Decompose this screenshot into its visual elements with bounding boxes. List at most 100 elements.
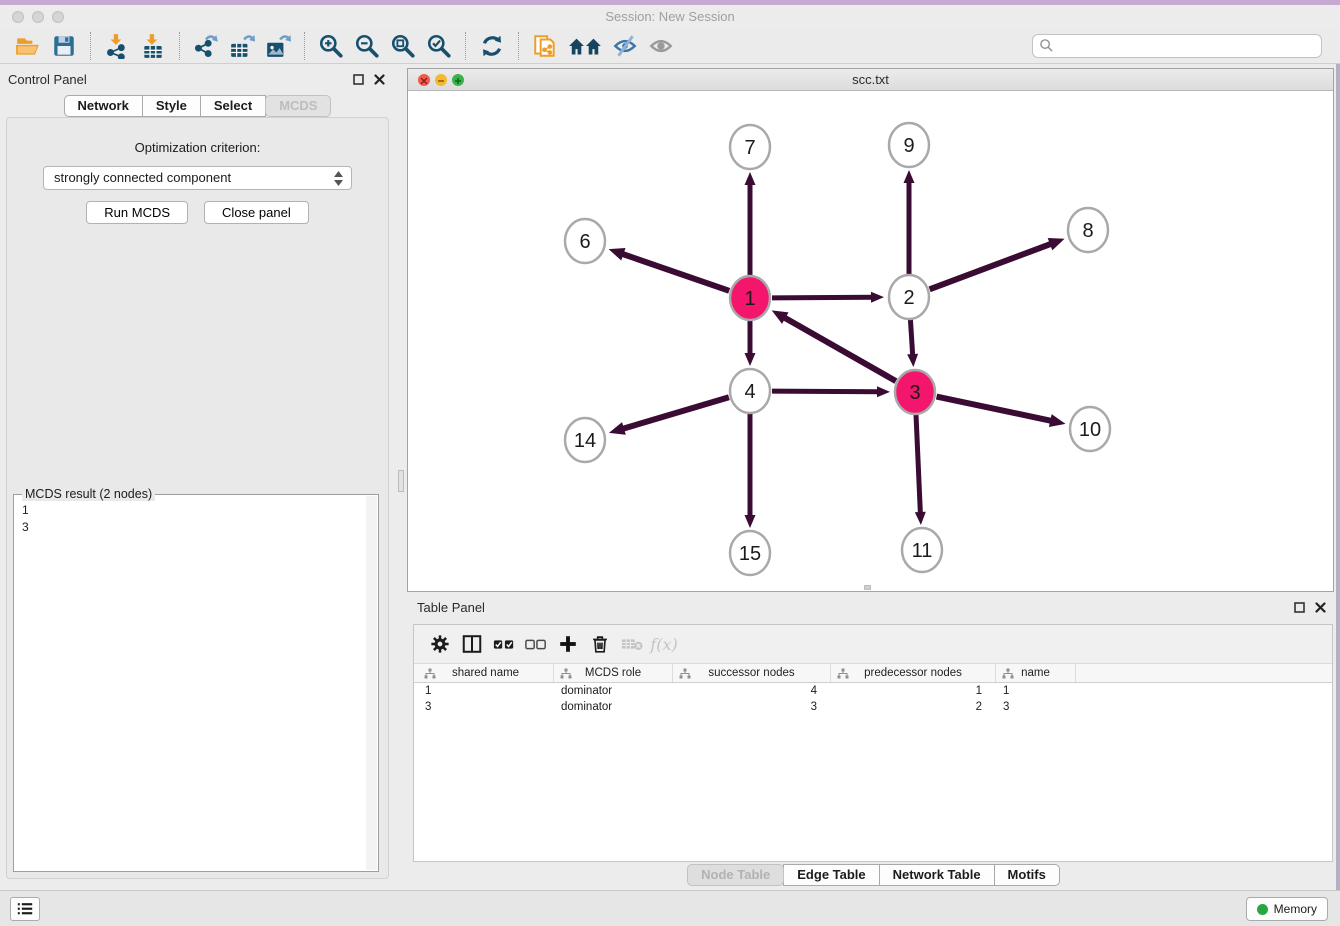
save-session-icon[interactable] — [49, 32, 79, 60]
zoom-out-icon[interactable] — [352, 32, 382, 60]
graph-node-label: 3 — [909, 382, 920, 404]
function-builder-icon: f(x) — [650, 631, 678, 657]
show-columns-icon[interactable] — [458, 631, 486, 657]
close-panel-button[interactable]: Close panel — [204, 201, 309, 224]
table-cell-name[interactable]: 1 — [996, 685, 1076, 697]
show-all-icon[interactable] — [646, 32, 676, 60]
graph-edge-3-1[interactable] — [784, 317, 896, 381]
tab-mcds[interactable]: MCDS — [265, 95, 331, 117]
graph-node-label: 1 — [744, 288, 755, 310]
zoom-selected-icon[interactable] — [424, 32, 454, 60]
column-header-name[interactable]: name — [996, 664, 1076, 682]
graph-node-label: 10 — [1079, 419, 1101, 441]
tab-edge-table[interactable]: Edge Table — [783, 864, 879, 886]
tab-node-table[interactable]: Node Table — [687, 864, 784, 886]
graph-edge-arrowhead — [609, 248, 626, 260]
float-panel-icon[interactable] — [353, 74, 364, 85]
criterion-dropdown[interactable]: strongly connected component — [43, 166, 352, 190]
table-body: 1dominator4113dominator323 — [414, 683, 1332, 715]
graph-edge-3-11[interactable] — [916, 414, 920, 514]
tab-network[interactable]: Network — [64, 95, 143, 117]
table-tabs: Node TableEdge TableNetwork TableMotifs — [407, 864, 1340, 886]
result-scrollbar[interactable] — [366, 496, 377, 870]
table-header-row: shared name MCDS role successor nodes prede… — [414, 663, 1332, 683]
table-cell-shared-name[interactable]: 3 — [418, 701, 554, 713]
hide-selected-icon[interactable] — [610, 32, 640, 60]
table-cell-mcds-role[interactable]: dominator — [554, 701, 673, 713]
duplicate-network-icon[interactable] — [530, 32, 560, 60]
table-cell-successor-nodes[interactable]: 4 — [673, 685, 831, 697]
toolbar-separator — [518, 32, 519, 60]
hierarchy-icon — [837, 668, 849, 680]
float-table-panel-icon[interactable] — [1294, 602, 1305, 613]
table-cell-name[interactable]: 3 — [996, 701, 1076, 713]
control-panel-tabs: NetworkStyleSelectMCDS — [0, 95, 395, 117]
graph-edge-1-6[interactable] — [621, 254, 729, 291]
tab-motifs[interactable]: Motifs — [994, 864, 1060, 886]
deselect-all-icon[interactable] — [522, 631, 550, 657]
column-header-label: shared name — [452, 667, 519, 679]
graph-edge-4-3[interactable] — [772, 391, 879, 392]
column-header-label: successor nodes — [708, 667, 794, 679]
splitter-handle[interactable] — [398, 470, 404, 492]
table-cell-predecessor-nodes[interactable]: 1 — [831, 685, 996, 697]
main-titlebar: Session: New Session — [0, 5, 1340, 28]
control-panel-title: Control Panel — [8, 72, 87, 87]
add-row-icon[interactable] — [554, 631, 582, 657]
mcds-result-box: MCDS result (2 nodes) 13 — [13, 494, 379, 872]
toolbar-separator — [179, 32, 180, 60]
close-table-panel-icon[interactable] — [1315, 602, 1326, 613]
toolbar-separator — [465, 32, 466, 60]
panel-splitter[interactable] — [395, 68, 407, 882]
table-row[interactable]: 3dominator323 — [414, 699, 1332, 715]
tab-select[interactable]: Select — [200, 95, 266, 117]
column-header-shared-name[interactable]: shared name — [418, 664, 554, 682]
table-panel-header: Table Panel — [407, 596, 1340, 622]
graph-edge-1-2[interactable] — [772, 297, 873, 298]
table-cell-successor-nodes[interactable]: 3 — [673, 701, 831, 713]
column-header-successor-nodes[interactable]: successor nodes — [673, 664, 831, 682]
table-cell-predecessor-nodes[interactable]: 2 — [831, 701, 996, 713]
column-header-mcds-role[interactable]: MCDS role — [554, 664, 673, 682]
column-header-label: MCDS role — [585, 667, 641, 679]
control-panel: Control Panel NetworkStyleSelectMCDS Opt… — [0, 68, 395, 882]
search-box[interactable] — [1032, 34, 1322, 58]
select-all-icon[interactable] — [490, 631, 518, 657]
column-header-predecessor-nodes[interactable]: predecessor nodes — [831, 664, 996, 682]
memory-button[interactable]: Memory — [1246, 897, 1328, 921]
search-icon — [1039, 38, 1054, 53]
search-input[interactable] — [1054, 38, 1315, 54]
import-table-icon[interactable] — [138, 32, 168, 60]
table-cell-shared-name[interactable]: 1 — [418, 685, 554, 697]
graph-edge-2-8[interactable] — [930, 244, 1052, 290]
task-history-button[interactable] — [10, 897, 40, 921]
close-panel-icon[interactable] — [374, 74, 385, 85]
graph-node-label: 2 — [903, 287, 914, 309]
first-neighbors-icon[interactable] — [566, 32, 604, 60]
open-session-icon[interactable] — [13, 32, 43, 60]
import-network-icon[interactable] — [102, 32, 132, 60]
export-image-icon[interactable] — [263, 32, 293, 60]
table-row[interactable]: 1dominator411 — [414, 683, 1332, 699]
network-window-titlebar: scc.txt — [408, 69, 1333, 91]
control-panel-header: Control Panel — [0, 68, 395, 94]
graph-edge-4-14[interactable] — [622, 397, 729, 429]
graph-node-label: 11 — [912, 540, 933, 562]
tab-style[interactable]: Style — [142, 95, 201, 117]
zoom-in-icon[interactable] — [316, 32, 346, 60]
network-resize-grip[interactable] — [864, 585, 871, 590]
network-canvas[interactable]: 7968124314101511 — [408, 91, 1333, 591]
table-options-icon[interactable] — [426, 631, 454, 657]
tab-network-table[interactable]: Network Table — [879, 864, 995, 886]
zoom-fit-icon[interactable] — [388, 32, 418, 60]
graph-edge-3-10[interactable] — [937, 397, 1053, 421]
status-bar: Memory — [0, 890, 1340, 926]
delete-row-icon[interactable] — [586, 631, 614, 657]
run-mcds-button[interactable]: Run MCDS — [86, 201, 188, 224]
delete-table-icon — [618, 631, 646, 657]
refresh-view-icon[interactable] — [477, 32, 507, 60]
export-table-icon[interactable] — [227, 32, 257, 60]
graph-edge-2-3[interactable] — [910, 319, 912, 356]
table-cell-mcds-role[interactable]: dominator — [554, 685, 673, 697]
export-network-icon[interactable] — [191, 32, 221, 60]
